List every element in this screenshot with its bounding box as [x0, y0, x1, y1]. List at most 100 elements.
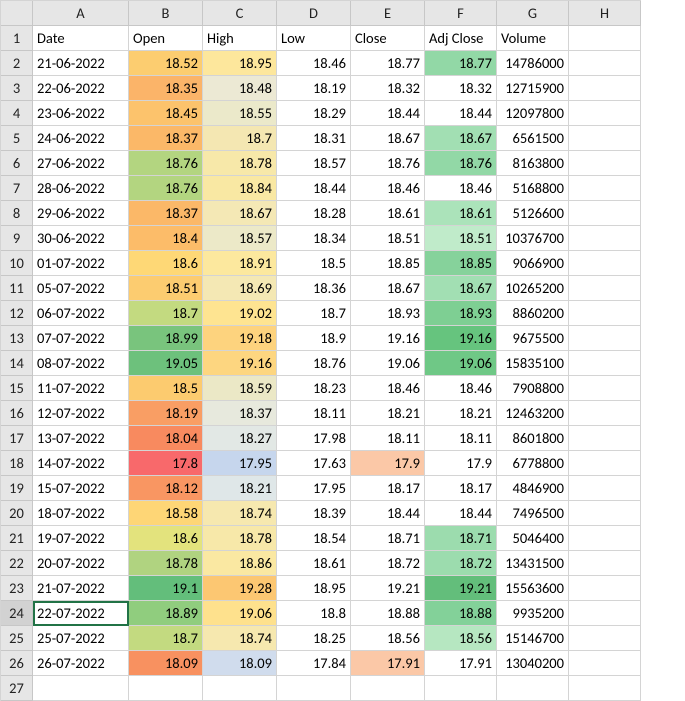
cell-low[interactable]: 17.63 [277, 451, 351, 476]
cell-adjclose[interactable]: 18.11 [425, 426, 497, 451]
row-header-17[interactable]: 17 [1, 426, 33, 451]
cell-high[interactable]: 18.74 [203, 501, 277, 526]
cell-empty[interactable] [569, 151, 641, 176]
cell-high[interactable]: 18.95 [203, 51, 277, 76]
cell-volume[interactable]: 5168800 [497, 176, 569, 201]
row-header-3[interactable]: 3 [1, 76, 33, 101]
row-header-15[interactable]: 15 [1, 376, 33, 401]
cell-date[interactable]: 27-06-2022 [33, 151, 129, 176]
cell-volume[interactable]: 10265200 [497, 276, 569, 301]
cell-high[interactable]: 19.18 [203, 326, 277, 351]
cell-volume[interactable]: 12715900 [497, 76, 569, 101]
cell-close[interactable]: 18.77 [351, 51, 425, 76]
cell-open[interactable]: 17.8 [129, 451, 203, 476]
cell-empty[interactable] [569, 651, 641, 676]
cell-close[interactable]: 18.93 [351, 301, 425, 326]
cell-empty[interactable] [569, 526, 641, 551]
cell-low[interactable]: 18.5 [277, 251, 351, 276]
cell-close[interactable]: 18.72 [351, 551, 425, 576]
row-header-26[interactable]: 26 [1, 651, 33, 676]
cell-open[interactable]: 18.52 [129, 51, 203, 76]
cell-adjclose[interactable]: 17.9 [425, 451, 497, 476]
cell-high[interactable]: 18.57 [203, 226, 277, 251]
header-low[interactable]: Low [277, 26, 351, 51]
cell-empty[interactable] [569, 201, 641, 226]
cell-low[interactable]: 18.11 [277, 401, 351, 426]
row-header-21[interactable]: 21 [1, 526, 33, 551]
cell-close[interactable]: 18.11 [351, 426, 425, 451]
cell-low[interactable]: 18.8 [277, 601, 351, 626]
cell-volume[interactable]: 7908800 [497, 376, 569, 401]
cell-high[interactable]: 18.74 [203, 626, 277, 651]
header-date[interactable]: Date [33, 26, 129, 51]
cell-close[interactable]: 18.67 [351, 276, 425, 301]
header-open[interactable]: Open [129, 26, 203, 51]
cell-high[interactable]: 18.67 [203, 201, 277, 226]
cell-low[interactable]: 18.29 [277, 101, 351, 126]
cell-date[interactable]: 05-07-2022 [33, 276, 129, 301]
cell-empty[interactable] [569, 601, 641, 626]
row-header-27[interactable]: 27 [1, 676, 33, 701]
cell-adjclose[interactable]: 18.77 [425, 51, 497, 76]
cell-open[interactable]: 18.37 [129, 201, 203, 226]
cell-adjclose[interactable]: 18.93 [425, 301, 497, 326]
cell-volume[interactable]: 13431500 [497, 551, 569, 576]
cell-high[interactable]: 19.02 [203, 301, 277, 326]
cell-high[interactable]: 18.86 [203, 551, 277, 576]
cell-empty[interactable] [569, 51, 641, 76]
cell-high[interactable]: 19.06 [203, 601, 277, 626]
col-header-G[interactable]: G [497, 1, 569, 26]
cell-date[interactable]: 01-07-2022 [33, 251, 129, 276]
cell-date[interactable]: 22-07-2022 [33, 601, 129, 626]
cell-high[interactable]: 18.21 [203, 476, 277, 501]
cell-adjclose[interactable]: 17.91 [425, 651, 497, 676]
cell-adjclose[interactable]: 18.32 [425, 76, 497, 101]
cell-volume[interactable]: 14786000 [497, 51, 569, 76]
cell-empty[interactable] [569, 476, 641, 501]
cell-high[interactable]: 19.28 [203, 576, 277, 601]
cell-adjclose[interactable]: 19.21 [425, 576, 497, 601]
cell-low[interactable]: 17.98 [277, 426, 351, 451]
cell-date[interactable]: 11-07-2022 [33, 376, 129, 401]
row-header-25[interactable]: 25 [1, 626, 33, 651]
cell-date[interactable]: 30-06-2022 [33, 226, 129, 251]
cell-high[interactable]: 18.09 [203, 651, 277, 676]
cell-date[interactable]: 21-06-2022 [33, 51, 129, 76]
cell-high[interactable]: 18.69 [203, 276, 277, 301]
cell-close[interactable]: 19.06 [351, 351, 425, 376]
row-header-10[interactable]: 10 [1, 251, 33, 276]
cell-open[interactable]: 19.05 [129, 351, 203, 376]
cell-adjclose[interactable]: 19.16 [425, 326, 497, 351]
cell-volume[interactable]: 8163800 [497, 151, 569, 176]
cell-date[interactable]: 19-07-2022 [33, 526, 129, 551]
cell-date[interactable]: 24-06-2022 [33, 126, 129, 151]
cell-empty[interactable] [569, 251, 641, 276]
row-header-4[interactable]: 4 [1, 101, 33, 126]
cell-open[interactable]: 18.37 [129, 126, 203, 151]
cell-open[interactable]: 18.76 [129, 176, 203, 201]
row-header-9[interactable]: 9 [1, 226, 33, 251]
cell-volume[interactable]: 8860200 [497, 301, 569, 326]
cell-close[interactable]: 18.32 [351, 76, 425, 101]
select-all-corner[interactable] [1, 1, 33, 26]
cell-close[interactable]: 18.17 [351, 476, 425, 501]
cell-low[interactable]: 18.28 [277, 201, 351, 226]
cell-volume[interactable]: 7496500 [497, 501, 569, 526]
cell-volume[interactable]: 15146700 [497, 626, 569, 651]
cell-empty[interactable] [569, 501, 641, 526]
cell-date[interactable]: 08-07-2022 [33, 351, 129, 376]
cell-empty[interactable] [497, 676, 569, 701]
cell-low[interactable]: 18.76 [277, 351, 351, 376]
cell-high[interactable]: 18.27 [203, 426, 277, 451]
cell-adjclose[interactable]: 18.67 [425, 126, 497, 151]
cell-close[interactable]: 17.9 [351, 451, 425, 476]
row-header-19[interactable]: 19 [1, 476, 33, 501]
cell-low[interactable]: 18.9 [277, 326, 351, 351]
cell-open[interactable]: 18.58 [129, 501, 203, 526]
cell-date[interactable]: 15-07-2022 [33, 476, 129, 501]
cell-adjclose[interactable]: 18.17 [425, 476, 497, 501]
cell-open[interactable]: 18.12 [129, 476, 203, 501]
cell-adjclose[interactable]: 18.46 [425, 376, 497, 401]
cell-close[interactable]: 18.88 [351, 601, 425, 626]
cell-adjclose[interactable]: 18.76 [425, 151, 497, 176]
